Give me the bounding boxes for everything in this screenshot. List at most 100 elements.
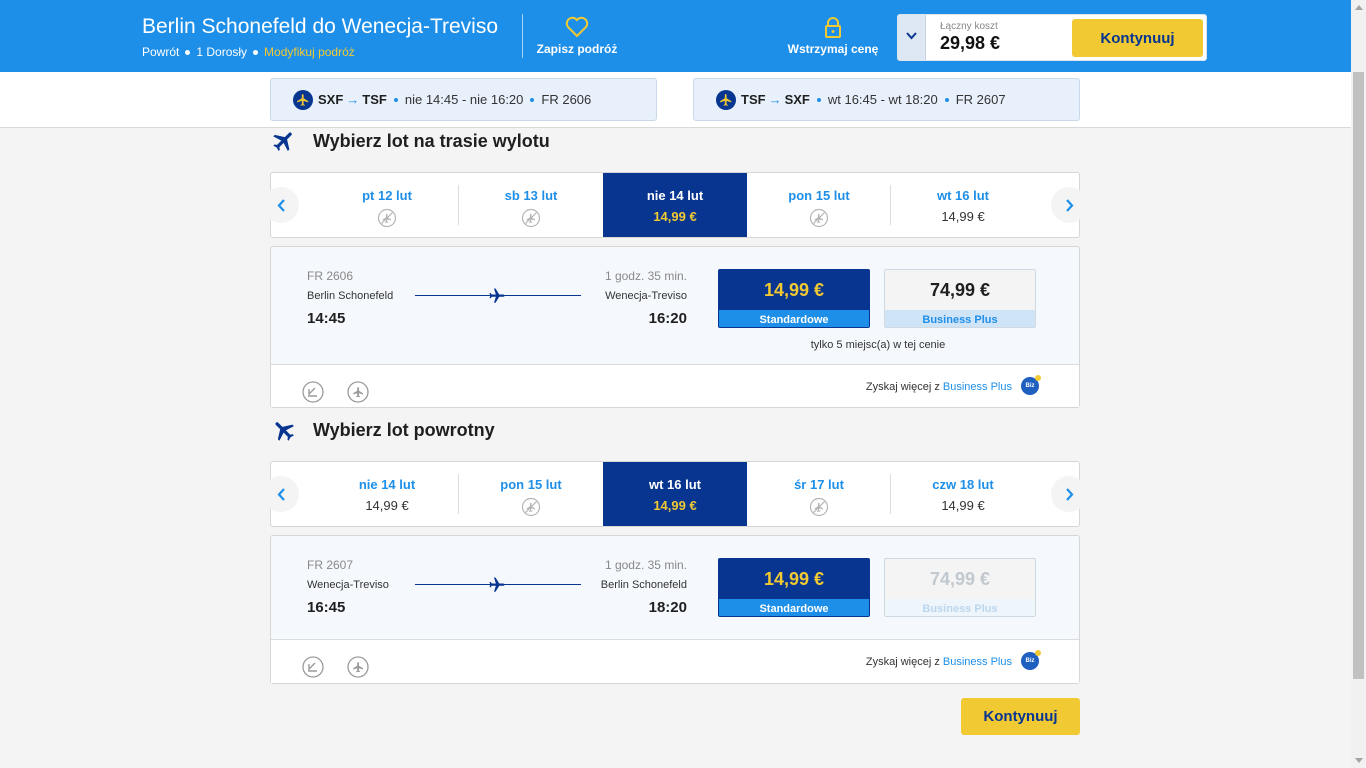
header-divider [522,14,523,58]
origin-airport: Wenecja-Treviso [307,579,389,591]
plane-icon [489,288,505,303]
flight-number: FR 2607 [307,558,354,572]
business-plus-fare-button[interactable]: 74,99 € Business Plus [884,558,1036,617]
plane-landing-icon [275,422,294,441]
return-leg-chip[interactable]: TSF → SXF wt 16:45 - wt 18:20 FR 2607 [693,78,1080,121]
flight-duration: 1 godz. 35 min. [604,269,687,283]
fare-price: 74,99 € [929,279,991,300]
outbound-flight-card: FR 2606 Berlin Schonefeld 14:45 1 godz. … [270,246,1080,408]
no-flight-icon [459,497,603,522]
save-trip-label: Zapisz podróż [536,42,618,56]
heart-icon [565,16,589,38]
date-option[interactable]: pon 15 lut [747,173,891,237]
separator-dot [393,97,398,102]
plane-takeoff-icon [273,132,292,151]
bottom-continue-button[interactable]: Kontynuuj [961,698,1080,735]
promo-text: Zyskaj więcej z [865,656,940,668]
leg-destination-code: SXF [784,92,810,107]
baggage-icon[interactable] [302,656,324,678]
flight-info-icon[interactable] [347,656,369,678]
date-option[interactable]: pon 15 lut [459,462,603,526]
business-plus-link[interactable]: Business Plus [943,381,1012,393]
total-cost-box: Łączny koszt 29,98 € Kontynuuj [897,14,1207,61]
leg-times: nie 14:45 - nie 16:20 [404,92,524,107]
date-label: pon 15 lut [500,477,562,492]
header-continue-button[interactable]: Kontynuuj [1072,19,1203,57]
no-flight-icon [315,208,459,233]
outbound-date-carousel: pt 12 lut sb 13 lut nie 14 lut 14,99 € p… [263,172,1087,238]
date-price: 14,99 € [365,498,409,513]
arrival-time: 18:20 [648,599,687,616]
no-flight-icon [747,208,891,233]
save-trip-button[interactable]: Zapisz podróż [532,16,622,56]
page-scrollbar[interactable] [1351,0,1366,768]
date-option-selected[interactable]: wt 16 lut 14,99 € [603,462,747,526]
carousel-prev-button[interactable] [263,476,299,512]
baggage-icon[interactable] [302,381,324,403]
no-flight-icon [747,497,891,522]
date-price: 14,99 € [941,498,985,513]
fare-label: Business Plus [885,599,1035,616]
date-price: 14,99 € [941,209,985,224]
total-expand-toggle[interactable] [898,15,926,60]
return-section-header: Wybierz lot powrotny [271,417,495,443]
destination-airport: Berlin Schonefeld [600,579,687,591]
carousel-next-button[interactable] [1051,187,1087,223]
date-option[interactable]: śr 17 lut [747,462,891,526]
flight-info-icon[interactable] [347,381,369,403]
chevron-right-icon [1065,198,1073,212]
date-option[interactable]: pt 12 lut [315,173,459,237]
carousel-next-button[interactable] [1051,476,1087,512]
no-flight-icon [459,208,603,233]
date-label: śr 17 lut [794,477,844,492]
flight-number: FR 2606 [307,269,354,283]
date-price: 14,99 € [653,209,697,224]
date-label: pt 12 lut [362,188,412,203]
scroll-up-arrow-icon[interactable] [1355,5,1363,10]
leg-origin-code: TSF [741,92,766,107]
fare-price: 14,99 € [763,279,825,300]
modify-trip-link[interactable]: Modyfikuj podróż [264,45,355,59]
fare-label: Standardowe [719,310,869,327]
business-plus-promo: Zyskaj więcej z Business Plus [866,656,1012,668]
destination-airport: Wenecja-Treviso [605,290,687,302]
leg-times: wt 16:45 - wt 18:20 [827,92,938,107]
arrow-right-icon: → [346,92,360,107]
lock-icon [825,17,841,38]
chevron-right-icon [1065,487,1073,501]
date-price: 14,99 € [653,498,697,513]
total-cost-label: Łączny koszt [940,21,998,32]
separator-dot [530,97,535,102]
date-option[interactable]: nie 14 lut 14,99 € [315,462,459,526]
business-plus-badge-icon: Biz [1021,375,1041,395]
standard-fare-button[interactable]: 14,99 € Standardowe [718,558,870,617]
route-title: Berlin Schonefeld do Wenecja-Treviso [142,15,499,38]
business-plus-badge-icon: Biz [1021,650,1041,670]
departure-time: 16:45 [307,599,346,616]
chevron-down-icon [906,32,917,40]
hold-price-button[interactable]: Wstrzymaj cenę [783,16,883,56]
date-option-selected[interactable]: nie 14 lut 14,99 € [603,173,747,237]
hold-price-label: Wstrzymaj cenę [787,42,879,56]
fare-price: 14,99 € [763,568,825,589]
chevron-left-icon [277,487,285,501]
date-option[interactable]: sb 13 lut [459,173,603,237]
date-label: pon 15 lut [788,188,850,203]
date-option[interactable]: czw 18 lut 14,99 € [891,462,1035,526]
business-plus-fare-button[interactable]: 74,99 € Business Plus [884,269,1036,328]
date-label: sb 13 lut [504,188,558,203]
return-date-carousel: nie 14 lut 14,99 € pon 15 lut wt 16 lut … [263,461,1087,527]
outbound-section-title: Wybierz lot na trasie wylotu [313,130,550,151]
date-option[interactable]: wt 16 lut 14,99 € [891,173,1035,237]
leg-flight-number: FR 2607 [955,92,1006,107]
return-flight-card: FR 2607 Wenecja-Treviso 16:45 1 godz. 35… [270,535,1080,684]
carousel-prev-button[interactable] [263,187,299,223]
return-section-title: Wybierz lot powrotny [313,419,495,440]
scroll-down-arrow-icon[interactable] [1355,758,1363,763]
business-plus-link[interactable]: Business Plus [943,656,1012,668]
standard-fare-button[interactable]: 14,99 € Standardowe [718,269,870,328]
scrollbar-thumb[interactable] [1353,72,1364,679]
outbound-leg-chip[interactable]: SXF → TSF nie 14:45 - nie 16:20 FR 2606 [270,78,657,121]
plane-icon [489,577,505,592]
date-label: nie 14 lut [358,477,416,492]
